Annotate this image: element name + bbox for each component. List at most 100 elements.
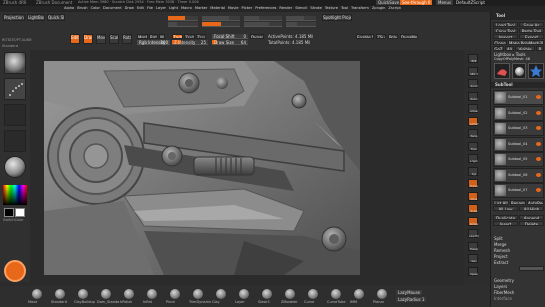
brush-move-icon[interactable]	[32, 289, 42, 299]
all-button[interactable]: All	[505, 46, 514, 51]
interface-section[interactable]: Interface	[494, 296, 512, 301]
zadd-button[interactable]: Zadd	[172, 34, 183, 39]
menu-macro[interactable]: Macro	[181, 6, 192, 11]
menu-preferences[interactable]: Preferences	[255, 6, 276, 11]
shelf-scroll-button[interactable]: Scroll	[468, 79, 478, 88]
zcut-button[interactable]: Zcut	[196, 34, 206, 39]
brush-clay-icon[interactable]	[216, 289, 226, 299]
draw-size-slider[interactable]: Draw Size 64	[212, 40, 248, 45]
auto-reorder-button[interactable]: AutoReorder	[527, 200, 544, 205]
brush-curve-icon[interactable]	[308, 289, 318, 299]
copy-tool-button[interactable]: Copy Tool	[493, 28, 518, 33]
visibility-eye-icon[interactable]	[536, 95, 541, 99]
shelf-zoom-button[interactable]: Zoom	[468, 91, 478, 101]
menu-edit[interactable]: Edit	[137, 6, 144, 11]
menu-draw[interactable]: Draw	[125, 6, 134, 11]
color-picker[interactable]	[3, 185, 27, 205]
brush-layer-icon[interactable]	[239, 289, 249, 299]
secondary-color-swatch[interactable]	[15, 208, 25, 217]
seethrough-slider[interactable]: See-through 0	[400, 0, 433, 5]
subtool-row[interactable]: Subtool_04	[493, 136, 544, 152]
brush-selector[interactable]	[4, 52, 26, 74]
main-color-swatch[interactable]	[4, 208, 14, 217]
shelf-solo-button[interactable]: Solo	[468, 254, 478, 263]
shelf-frame-button[interactable]: Frame	[468, 179, 478, 188]
append-button[interactable]: Append	[519, 215, 544, 220]
focal-shift-slider[interactable]: Focal Shift 0	[212, 34, 248, 39]
rotate-button[interactable]: Rotate	[122, 34, 132, 44]
lazymouse-button[interactable]: LazyMouse	[396, 290, 423, 295]
shelf-floor-button[interactable]: Floor	[468, 141, 478, 151]
menu-light[interactable]: Light	[169, 6, 178, 11]
shelf-rotate-button[interactable]: Rotate	[468, 216, 478, 226]
enable-stroke-button[interactable]: Enable Stroke	[356, 34, 374, 39]
polyf-button[interactable]: PolyF	[388, 34, 398, 39]
insert-button[interactable]: Insert	[493, 221, 518, 226]
visibility-eye-icon[interactable]	[536, 157, 541, 161]
visibility-eye-icon[interactable]	[536, 110, 541, 115]
m-button[interactable]: M	[159, 34, 165, 39]
shelf-line-fill-button[interactable]: Line Fill	[468, 229, 479, 238]
zsub-button[interactable]: Zsub	[184, 34, 195, 39]
alpha-selector[interactable]	[4, 104, 26, 126]
layers-section[interactable]: Layers	[494, 284, 507, 289]
texture-selector[interactable]	[4, 130, 26, 152]
visible-button[interactable]: Visible	[515, 46, 535, 51]
duplicate-button[interactable]: Duplicate	[493, 215, 518, 220]
menu-transform[interactable]: Transform	[351, 6, 369, 11]
mini-slider-7[interactable]	[244, 22, 282, 27]
mini-slider-5[interactable]	[168, 22, 198, 27]
shelf-transp-button[interactable]: Transp	[468, 241, 478, 251]
mini-slider-1[interactable]	[168, 16, 198, 21]
brush-slash3-icon[interactable]	[262, 289, 272, 299]
make-polymesh-button[interactable]: Make PolyMesh3D	[508, 40, 544, 45]
zsub-toggle-button[interactable]: ZSub	[376, 34, 386, 39]
brush-claybuildup-icon[interactable]	[78, 289, 88, 299]
dynamic-button[interactable]: Dynamic	[250, 34, 264, 39]
geometry-section[interactable]: Geometry	[494, 278, 514, 283]
menu-zplugin[interactable]: Zplugin	[372, 6, 386, 11]
all-low-button[interactable]: All Low	[493, 206, 518, 211]
menu-texture[interactable]: Texture	[325, 6, 338, 11]
shelf-move-button[interactable]: Move	[468, 191, 478, 201]
quicksave-button[interactable]: QuickSave	[376, 0, 402, 5]
menu-picker[interactable]: Picker	[242, 6, 253, 11]
menu-document[interactable]: Document	[103, 6, 122, 11]
menu-movie[interactable]: Movie	[228, 6, 239, 11]
shelf-aahalf-button[interactable]: AAHalf	[468, 116, 478, 126]
lazyradius-slider[interactable]: LazyRadius 1	[396, 297, 427, 302]
goz-button[interactable]: GoZ	[493, 46, 504, 51]
project-section[interactable]: Project	[494, 254, 508, 259]
document-canvas[interactable]	[44, 61, 360, 275]
mini-slider-2[interactable]	[202, 16, 240, 21]
brush-imm-icon[interactable]	[354, 289, 364, 299]
r-button[interactable]: R	[536, 46, 544, 51]
rgb-intensity-slider[interactable]: Rgb Intensity 100	[137, 40, 170, 45]
stroke-selector[interactable]	[4, 78, 26, 100]
tool-thumbnail-sphere[interactable]	[512, 63, 526, 79]
shelf-scale-button[interactable]: Scale	[468, 204, 478, 213]
menu-marker[interactable]: Marker	[195, 6, 207, 11]
rename-button[interactable]: Rename	[510, 200, 526, 205]
shelf-l-sym-button[interactable]: L.Sym	[468, 154, 478, 163]
draw-button[interactable]: Draw	[83, 34, 93, 44]
mini-slider-4[interactable]	[286, 16, 316, 21]
z-intensity-slider[interactable]: Z Intensity 25	[172, 40, 208, 45]
edit-button[interactable]: Edit	[70, 34, 80, 44]
menu-material[interactable]: Material	[210, 6, 225, 11]
move-button[interactable]: Move	[96, 34, 106, 44]
brush-hpolish-icon[interactable]	[124, 289, 134, 299]
save-as-button[interactable]: Save As	[519, 22, 544, 27]
tool-thumbnail-main[interactable]	[494, 63, 510, 79]
brush-zmodeler-icon[interactable]	[285, 289, 295, 299]
tool-thumbnail-star[interactable]	[528, 63, 544, 79]
menus-button[interactable]: Menus	[436, 0, 454, 5]
brush-standard-icon[interactable]	[55, 289, 65, 299]
brush-preview-circle[interactable]	[4, 260, 26, 282]
menu-zscript[interactable]: Zscript	[388, 6, 400, 11]
brush-inflat-icon[interactable]	[147, 289, 157, 299]
brush-curvetube-icon[interactable]	[331, 289, 341, 299]
delete-button[interactable]: Delete	[519, 221, 544, 226]
brush-pinch-icon[interactable]	[170, 289, 180, 299]
menu-stroke[interactable]: Stroke	[310, 6, 321, 11]
